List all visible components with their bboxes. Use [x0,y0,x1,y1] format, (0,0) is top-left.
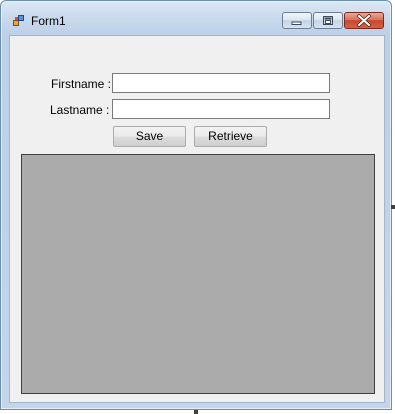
window-title: Form1 [31,14,66,28]
retrieve-button[interactable]: Retrieve [194,126,267,147]
form-app-icon [13,14,25,26]
minimize-icon [291,21,302,25]
resize-handle-bottom[interactable] [194,410,198,414]
form-client-area: Firstname : Lastname : Save Retrieve [9,35,385,403]
firstname-input[interactable] [112,73,330,93]
form1-window: Form1 Firstname: Lastname: Save Retrie… [0,0,392,410]
maximize-icon [323,16,333,25]
minimize-button[interactable] [282,12,312,29]
save-button[interactable]: Save [113,126,186,147]
close-icon [356,13,372,28]
lastname-label: Lastname : [50,103,110,117]
maximize-button[interactable] [313,12,343,29]
resize-handle-right[interactable] [391,205,395,209]
data-grid-view[interactable] [21,154,375,394]
close-button[interactable] [344,12,384,29]
caption-buttons [282,12,384,30]
firstname-label: Firstname : [51,77,112,91]
lastname-input[interactable] [112,99,330,119]
title-bar[interactable]: Form1 [1,1,391,35]
